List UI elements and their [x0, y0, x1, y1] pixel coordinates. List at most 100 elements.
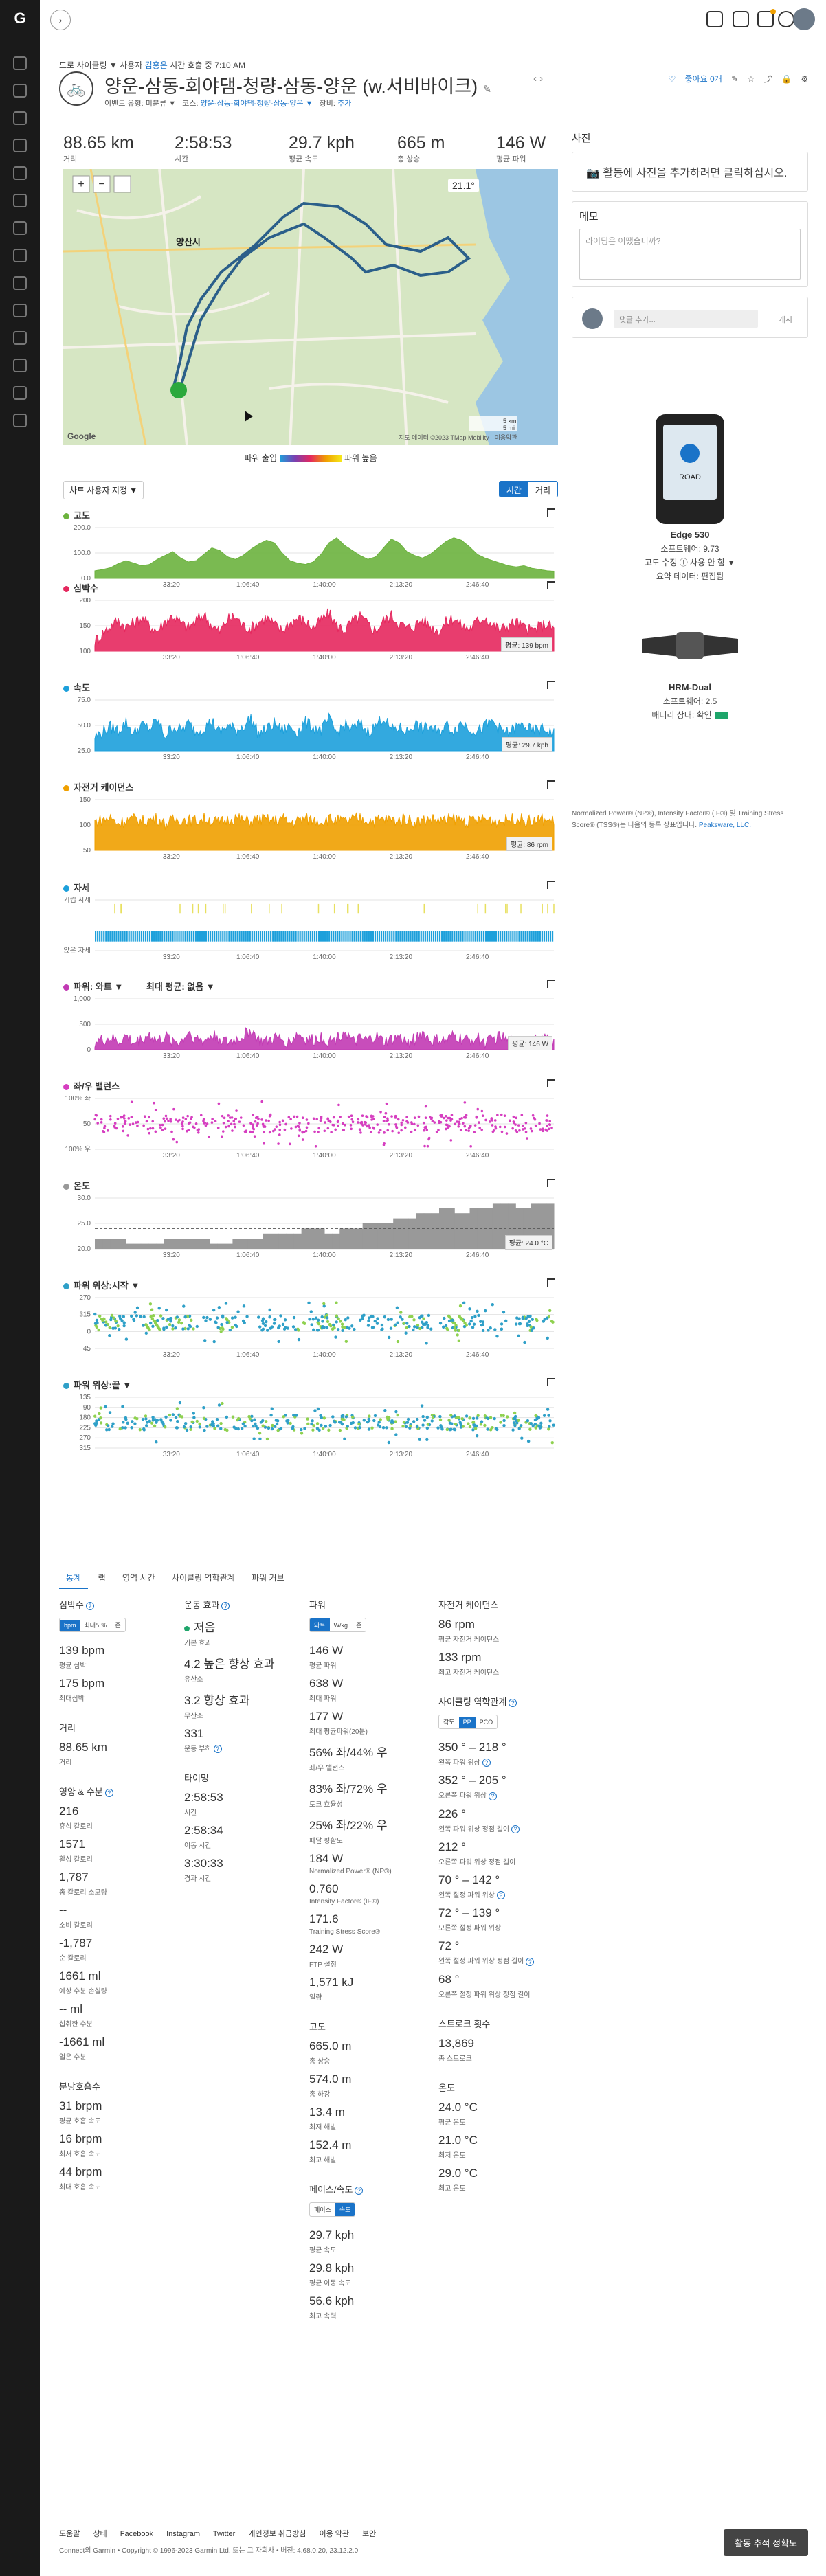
help-icon[interactable]: ? — [496, 1891, 505, 1900]
expand-icon[interactable] — [547, 1079, 555, 1087]
unit-option[interactable]: 각도 — [439, 1715, 459, 1728]
trophy-icon[interactable] — [13, 276, 27, 290]
pencil-icon[interactable]: ✎ — [483, 84, 492, 95]
footer-link-status[interactable]: 상태 — [93, 2530, 107, 2538]
tab-stats[interactable]: 통계 — [59, 1568, 89, 1589]
footer-link-facebook[interactable]: Facebook — [120, 2530, 153, 2538]
calendar-icon[interactable] — [13, 111, 27, 125]
unit-option[interactable]: PP — [458, 1717, 476, 1728]
footer-link-terms[interactable]: 이용 약관 — [319, 2530, 349, 2538]
expand-icon[interactable] — [547, 508, 555, 517]
help-icon[interactable] — [13, 359, 27, 372]
expand-icon[interactable] — [547, 1378, 555, 1386]
tab-cycling-dynamics[interactable]: 사이클링 역학관계 — [165, 1568, 242, 1588]
summary-data[interactable]: 요약 데이터: 편집됨 — [572, 570, 808, 582]
chart-spd[interactable]: 속도 75.0 50.0 25.0 33:20 1:06:40 1:40:00 2:13:20… — [63, 681, 558, 762]
help-icon[interactable]: ? — [355, 2186, 364, 2195]
elevation-correction[interactable]: 고도 수정 ⓘ 사용 안 함 ▼ — [572, 556, 808, 568]
garmin-logo-icon[interactable]: G — [9, 10, 31, 27]
share-icon[interactable]: ⤴ — [764, 74, 772, 84]
chart-title-text[interactable]: 파워 위상:끝 ▼ — [74, 1380, 131, 1390]
chart-ppstart[interactable]: 파워 위상:시작 ▼ 270 315 0 45 33:20 1:06:40 1:40:00 2:… — [63, 1278, 558, 1359]
badge-icon[interactable] — [13, 386, 27, 400]
inbox-icon[interactable] — [733, 11, 749, 27]
time-axis-button[interactable]: 시간 — [499, 482, 528, 497]
expand-icon[interactable] — [547, 1179, 555, 1187]
unit-option[interactable]: 속도 — [335, 2203, 355, 2216]
chart-canvas[interactable]: 1501005033:20 1:06:40 1:40:00 2:13:20 2:46:4… — [63, 797, 558, 860]
unit-option[interactable]: 존 — [111, 1618, 124, 1631]
chart-pos[interactable]: 자세 기립 자세 앉은 자세 33:20 1:06:40 1:40:00 2:13:20 2:… — [63, 881, 558, 962]
chart-canvas[interactable]: 20015010033:20 1:06:40 1:40:00 2:13:20 2:46:… — [63, 598, 558, 661]
footer-link-instagram[interactable]: Instagram — [166, 2530, 200, 2538]
help-icon[interactable]: ? — [482, 1759, 491, 1767]
unit-option[interactable]: 페이스 — [310, 2203, 335, 2216]
chart-title-text[interactable]: 파워 위상:시작 ▼ — [74, 1280, 139, 1291]
chart-pwr[interactable]: 파워: 와트 ▼ 최대 평균: 없음 ▼ 1,000 500 0 33:20 1:06:4… — [63, 980, 558, 1061]
chart-canvas[interactable]: 30.025.020.033:20 1:06:40 1:40:00 2:13:20 2:… — [63, 1195, 558, 1258]
device-icon[interactable] — [13, 139, 27, 152]
created-by-label[interactable]: ▼ 사용자 — [109, 60, 142, 70]
notes-textarea[interactable]: 라이딩은 어땠습니까? — [579, 229, 801, 280]
help-icon[interactable]: ? — [221, 1601, 230, 1610]
reports-icon[interactable] — [13, 249, 27, 262]
chart-hr[interactable]: 심박수 200 150 100 33:20 1:06:40 1:40:00 2:13:20 2:… — [63, 581, 558, 662]
unit-option[interactable]: 와트 — [310, 1618, 330, 1631]
chart-ppend[interactable]: 파워 위상:끝 ▼ 135 90 180 225 270 315 33:20 1:06:40 1:… — [63, 1378, 558, 1459]
chart-canvas[interactable]: 1359018022527031533:20 1:06:40 1:40:00 2:13… — [63, 1394, 558, 1458]
notification-icon[interactable] — [757, 9, 776, 27]
help-icon[interactable]: ? — [213, 1745, 222, 1754]
footer-link-security[interactable]: 보안 — [362, 2530, 376, 2538]
help-icon[interactable]: ? — [509, 1698, 517, 1707]
unit-option[interactable]: bpm — [60, 1620, 80, 1631]
category-label[interactable]: 도로 사이클링 — [59, 60, 107, 70]
expand-icon[interactable] — [547, 581, 555, 589]
star-icon[interactable]: ☆ — [747, 74, 755, 84]
comment-post-button[interactable]: 게시 — [779, 314, 792, 325]
chart-elev[interactable]: 고도 200.0 100.0 0.0 33:20 1:06:40 1:40:00 2:13:2… — [63, 508, 558, 589]
upload-icon[interactable] — [706, 11, 723, 27]
activity-icon[interactable] — [13, 166, 27, 180]
gear-icon[interactable]: ⚙ — [801, 74, 808, 84]
help-icon[interactable]: ? — [488, 1792, 497, 1800]
tab-laps[interactable]: 랩 — [91, 1568, 113, 1588]
unit-option[interactable]: 존 — [352, 1618, 366, 1631]
chart-cad[interactable]: 자전거 케이던스 150 100 50 33:20 1:06:40 1:40:00 2:13:… — [63, 780, 558, 861]
chart-canvas[interactable]: 27031504533:20 1:06:40 1:40:00 2:13:20 2:46:… — [63, 1295, 558, 1358]
feedback-button[interactable]: 활동 추적 정확도 — [724, 2529, 808, 2556]
add-gear-link[interactable]: 추가 — [337, 100, 351, 108]
activity-pager[interactable]: ‹ › — [533, 73, 543, 84]
comment-input[interactable]: 댓글 추가... — [614, 310, 758, 328]
distance-axis-button[interactable]: 거리 — [528, 482, 557, 497]
activity-title[interactable]: 양운-삼동-회야댐-청량-삼동-양운 (w.서비바이크) ✎ — [104, 71, 491, 98]
expand-icon[interactable] — [547, 780, 555, 789]
chart-title-text[interactable]: 파워: 와트 ▼ — [74, 982, 123, 992]
tab-zones[interactable]: 영역 시간 — [115, 1568, 162, 1588]
chart-canvas[interactable]: 200.0100.00.033:20 1:06:40 1:40:00 2:13:20 2… — [63, 525, 558, 588]
footer-link-twitter[interactable]: Twitter — [213, 2530, 235, 2538]
expand-icon[interactable] — [547, 681, 555, 689]
help-icon[interactable]: ? — [511, 1825, 520, 1834]
add-photo-button[interactable]: 📷 활동에 사진을 추가하려면 클릭하십시오. — [572, 152, 808, 192]
edit-icon[interactable]: ✎ — [731, 74, 738, 84]
user-link[interactable]: 김홍은 — [145, 60, 168, 70]
expand-icon[interactable] — [547, 980, 555, 988]
chart-icon[interactable] — [13, 84, 27, 98]
unit-option[interactable]: W/kg — [330, 1620, 353, 1631]
footer-link-help[interactable]: 도움말 — [59, 2530, 80, 2538]
like-button[interactable]: ♡ 좋아요 0개 — [668, 74, 722, 84]
chart-canvas[interactable]: 75.050.025.033:20 1:06:40 1:40:00 2:13:20 2:… — [63, 697, 558, 760]
tab-power-curve[interactable]: 파워 커브 — [245, 1568, 291, 1588]
heart-icon[interactable] — [13, 194, 27, 207]
chart-canvas[interactable]: 1,000500033:20 1:06:40 1:40:00 2:13:20 2:46:… — [63, 996, 558, 1059]
unit-option[interactable]: PCO — [476, 1717, 498, 1728]
max-avg-select[interactable]: 최대 평균: 없음 ▼ — [144, 982, 215, 992]
insight-icon[interactable] — [13, 414, 27, 427]
unit-option[interactable]: 최대도% — [80, 1618, 111, 1631]
event-select[interactable]: 미분류 ▼ — [146, 100, 176, 108]
dashboard-icon[interactable] — [13, 56, 27, 70]
search-icon[interactable] — [778, 11, 794, 27]
nav-toggle-button[interactable]: › — [50, 10, 71, 30]
chart-bal[interactable]: 좌/우 밸런스 100% 좌 50 100% 우 33:20 1:06:40 1:40:00… — [63, 1079, 558, 1160]
help-icon[interactable]: ? — [85, 1601, 94, 1610]
